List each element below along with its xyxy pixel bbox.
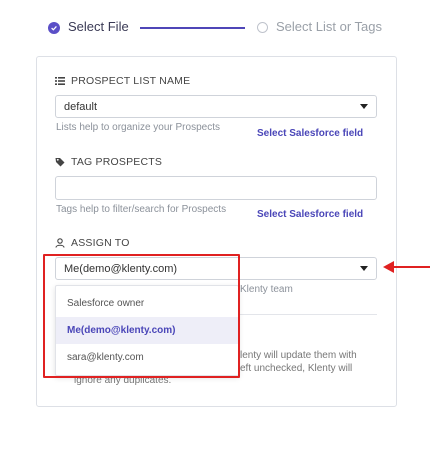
annotation-highlight-box: [43, 254, 240, 378]
step-select-file[interactable]: Select File: [68, 19, 129, 34]
tag-prospects-input[interactable]: [55, 176, 377, 200]
tag-prospects-section-title: TAG PROSPECTS: [55, 156, 162, 168]
prospect-list-title: PROSPECT LIST NAME: [71, 75, 191, 87]
duplicates-note-line1: lenty will update them with: [240, 350, 357, 361]
assign-to-helper-end: Klenty team: [240, 284, 293, 295]
prospect-list-value: default: [64, 100, 98, 113]
arrow-left-icon: [383, 261, 394, 273]
prospect-list-select[interactable]: default: [55, 95, 377, 118]
tag-icon: [55, 158, 65, 167]
list-icon: [55, 77, 65, 85]
caret-down-icon: [360, 266, 368, 271]
prospect-list-section-title: PROSPECT LIST NAME: [55, 75, 190, 87]
prospect-list-salesforce-link[interactable]: Select Salesforce field: [257, 128, 363, 139]
tag-prospects-title: TAG PROSPECTS: [71, 156, 163, 168]
tag-prospects-salesforce-link[interactable]: Select Salesforce field: [257, 209, 363, 220]
prospect-list-helper: Lists help to organize your Prospects: [56, 122, 220, 133]
assign-to-section-title: ASSIGN TO: [55, 237, 130, 249]
step-select-list-or-tags[interactable]: Select List or Tags: [276, 19, 382, 34]
caret-down-icon: [360, 104, 368, 109]
tag-prospects-helper: Tags help to filter/search for Prospects: [56, 204, 227, 215]
annotation-arrow-shaft: [393, 266, 430, 268]
stepper-progress-line: [140, 27, 245, 29]
duplicates-note-line2: eft unchecked, Klenty will: [240, 363, 353, 374]
step-pending-icon: [257, 22, 268, 33]
assign-to-title: ASSIGN TO: [71, 237, 130, 249]
step-complete-icon: [48, 22, 60, 34]
user-icon: [55, 238, 65, 248]
